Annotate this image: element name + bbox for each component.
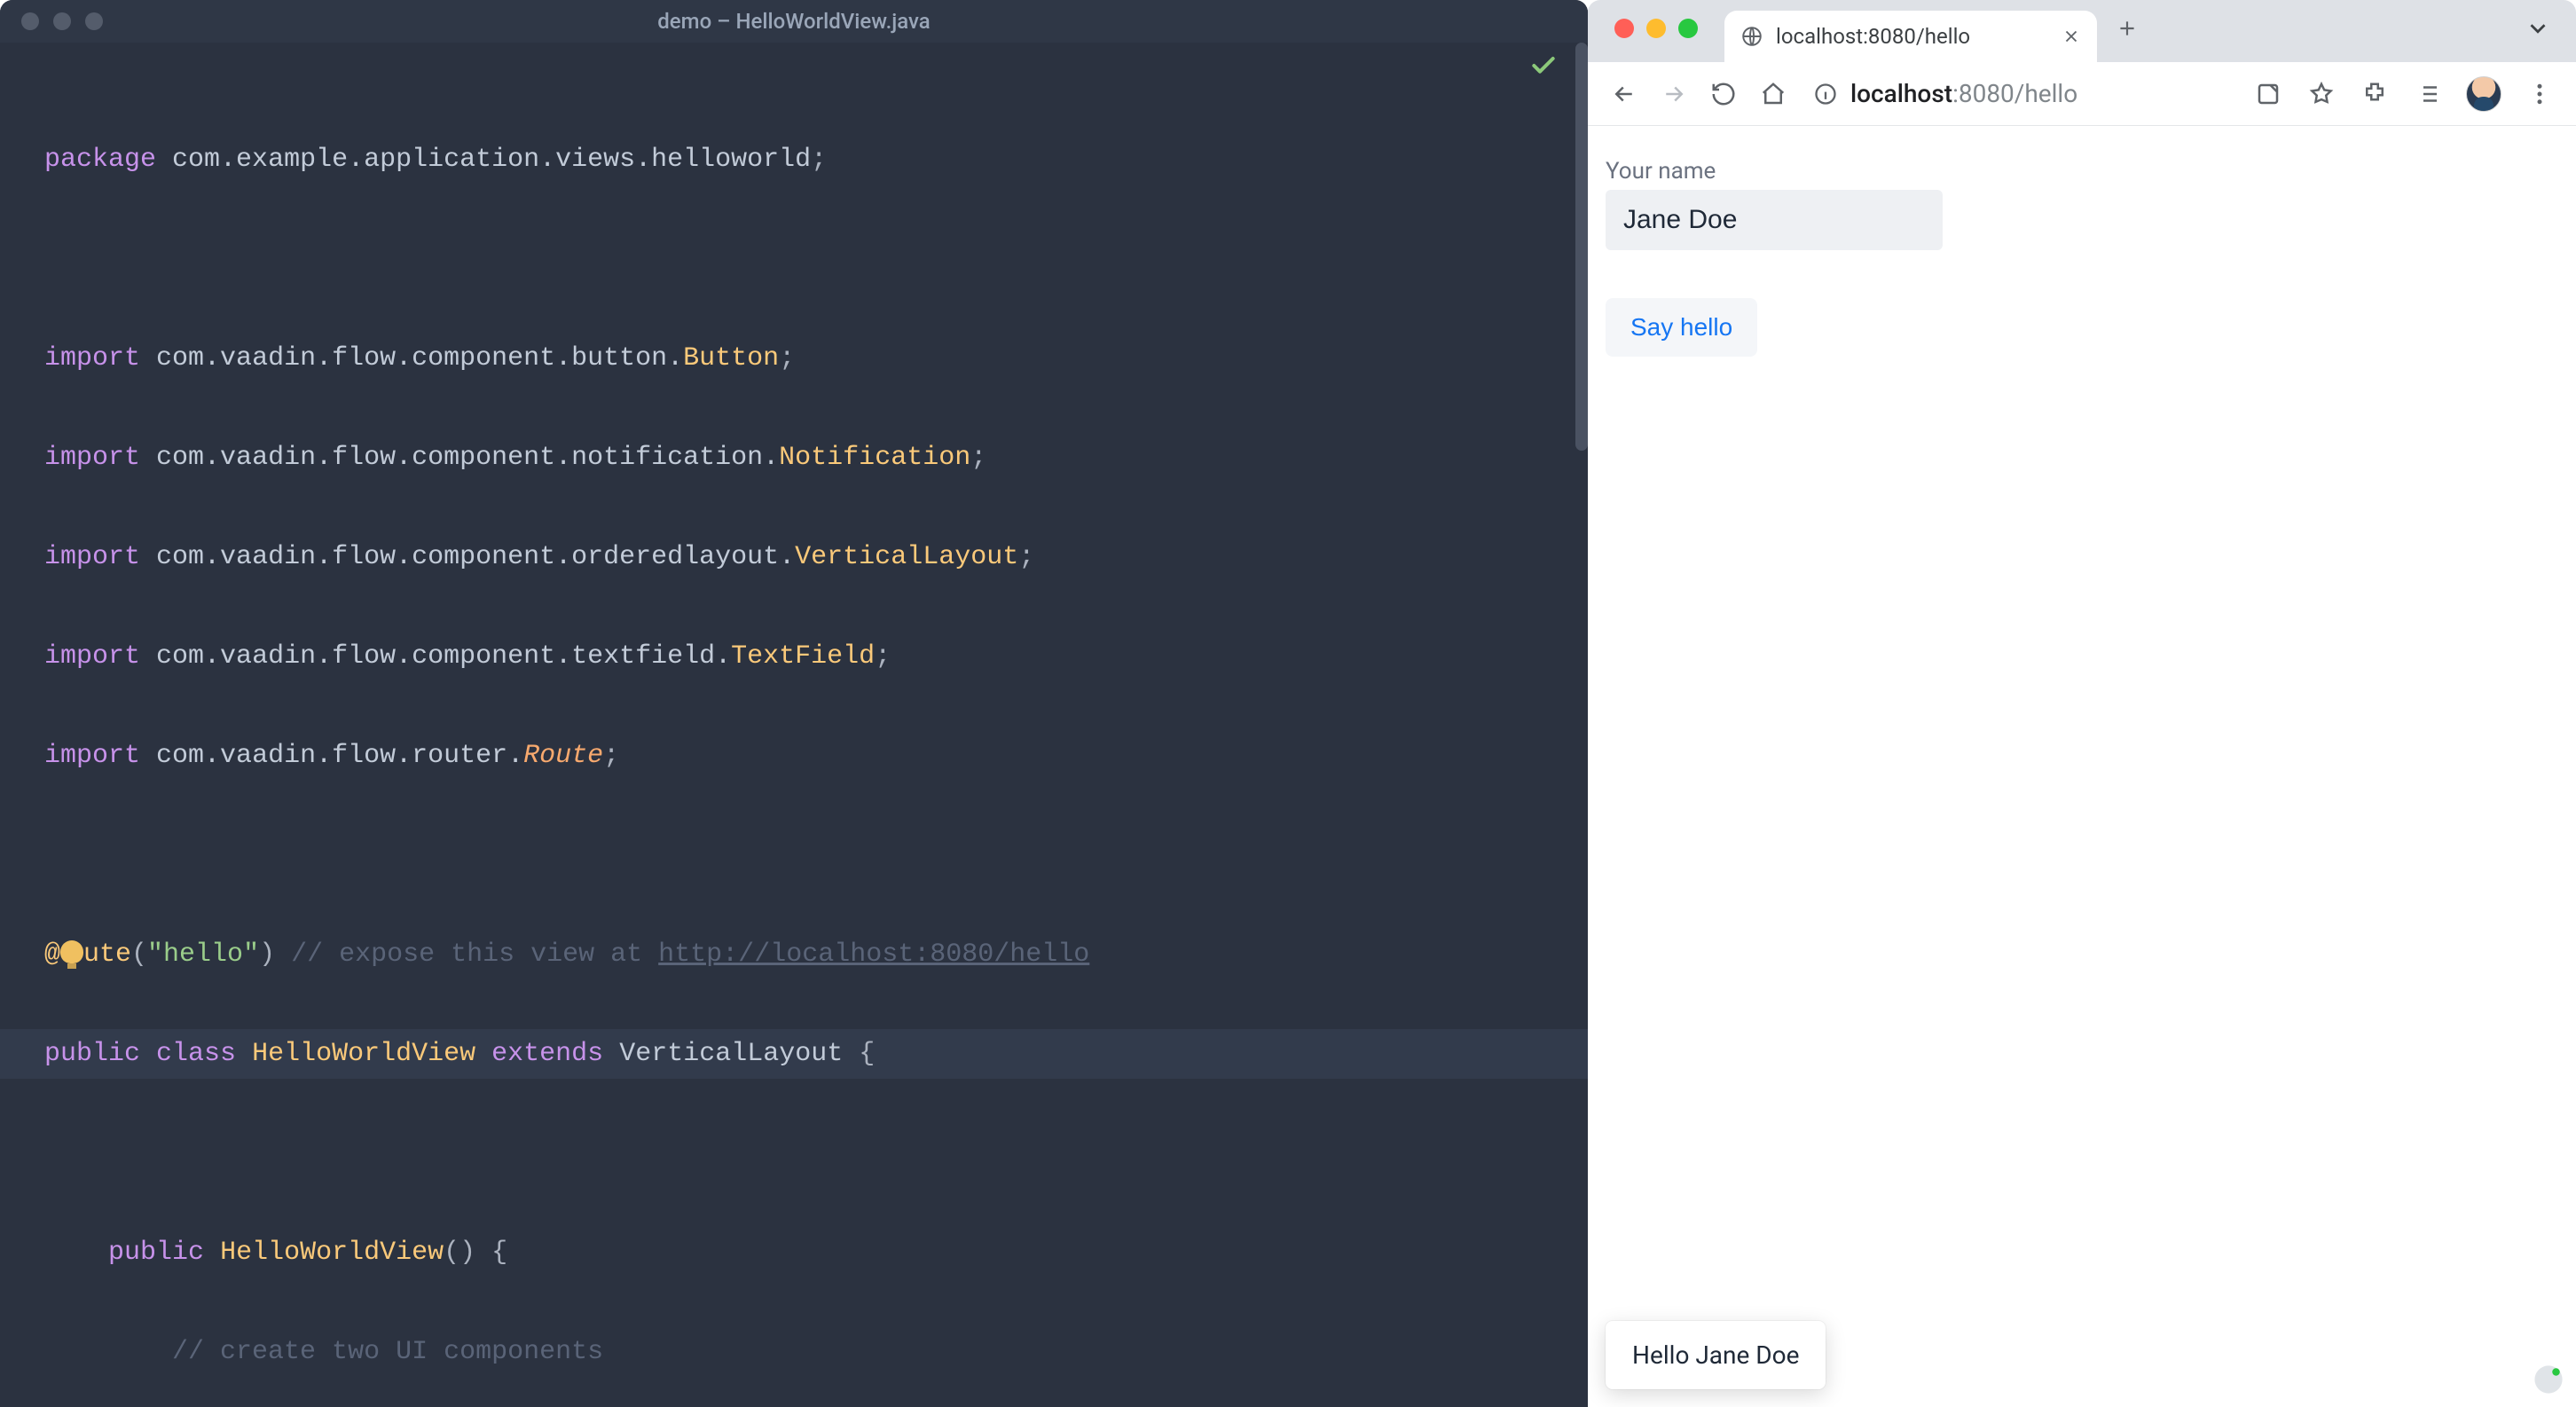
- comment: // expose this view at: [291, 939, 658, 970]
- ctor-sig: () {: [444, 1238, 507, 1268]
- comment-url[interactable]: http://localhost:8080/hello: [658, 939, 1089, 970]
- comment: // create two UI components: [172, 1337, 603, 1367]
- code-block[interactable]: package com.example.application.views.he…: [0, 85, 1588, 1407]
- browser-window: localhost:8080/hello: [1588, 0, 2576, 1407]
- back-button[interactable]: [1609, 79, 1639, 109]
- kw-import: import: [44, 741, 140, 771]
- browser-tabstrip: localhost:8080/hello: [1588, 0, 2576, 62]
- kw-import: import: [44, 443, 140, 473]
- kw-import: import: [44, 641, 140, 672]
- globe-icon: [1740, 25, 1763, 48]
- say-hello-button[interactable]: Say hello: [1606, 298, 1757, 357]
- class-super: VerticalLayout: [619, 1039, 843, 1069]
- field-label: Your name: [1606, 158, 2558, 185]
- home-button[interactable]: [1758, 79, 1788, 109]
- ide-editor[interactable]: package com.example.application.views.he…: [0, 43, 1588, 1407]
- install-app-icon[interactable]: [2253, 79, 2283, 109]
- toast-text: Hello Jane Doe: [1632, 1340, 1799, 1370]
- ide-dot-close[interactable]: [21, 12, 39, 30]
- import-class: Button: [683, 343, 779, 373]
- kw-import: import: [44, 343, 140, 373]
- anno-name: ute: [83, 939, 131, 970]
- browser-traffic-lights: [1614, 19, 1698, 38]
- ide-dot-minimize[interactable]: [53, 12, 71, 30]
- import-path: com.vaadin.flow.component.orderedlayout.: [156, 542, 795, 572]
- import-path: com.vaadin.flow.component.notification.: [156, 443, 779, 473]
- page-content: Your name Say hello Hello Jane Doe: [1588, 126, 2576, 1407]
- extensions-icon[interactable]: [2360, 79, 2390, 109]
- close-dot[interactable]: [1614, 19, 1634, 38]
- import-class: VerticalLayout: [795, 542, 1018, 572]
- zoom-dot[interactable]: [1678, 19, 1698, 38]
- tab-title: localhost:8080/hello: [1776, 24, 1970, 49]
- new-tab-button[interactable]: [2106, 7, 2148, 50]
- kw-package: package: [44, 145, 156, 175]
- ctor-name: HelloWorldView: [220, 1238, 444, 1268]
- import-path: com.vaadin.flow.component.button.: [156, 343, 683, 373]
- ide-traffic-lights: [0, 12, 103, 30]
- name-input[interactable]: [1606, 190, 1943, 250]
- import-class: TextField: [731, 641, 875, 672]
- ide-titlebar: demo – HelloWorldView.java: [0, 0, 1588, 43]
- brace: {: [859, 1039, 875, 1069]
- editor-scrollbar[interactable]: [1575, 43, 1588, 451]
- import-path: com.vaadin.flow.router.: [156, 741, 523, 771]
- ide-window: demo – HelloWorldView.java package com.e…: [0, 0, 1588, 1407]
- kw-extends: extends: [491, 1039, 603, 1069]
- ide-dot-zoom[interactable]: [85, 12, 103, 30]
- profile-avatar[interactable]: [2466, 76, 2501, 112]
- anno-at: @: [44, 939, 60, 970]
- lightbulb-icon[interactable]: [60, 940, 83, 963]
- reload-button[interactable]: [1708, 79, 1739, 109]
- notification-toast: Hello Jane Doe: [1606, 1321, 1826, 1389]
- class-name: HelloWorldView: [252, 1039, 475, 1069]
- tab-search-icon[interactable]: [2525, 15, 2551, 42]
- menu-icon[interactable]: [2525, 79, 2555, 109]
- site-info-icon[interactable]: [1813, 82, 1838, 106]
- bookmark-icon[interactable]: [2306, 79, 2336, 109]
- address-bar[interactable]: localhost:8080/hello: [1813, 79, 2077, 108]
- kw-public: public: [108, 1238, 204, 1268]
- close-tab-icon[interactable]: [2062, 27, 2081, 46]
- status-ok-icon: [1529, 51, 1558, 80]
- ide-title: demo – HelloWorldView.java: [0, 9, 1588, 34]
- import-path: com.vaadin.flow.component.textfield.: [156, 641, 731, 672]
- kw-class: class: [156, 1039, 236, 1069]
- kw-public: public: [44, 1039, 140, 1069]
- kw-import: import: [44, 542, 140, 572]
- minimize-dot[interactable]: [1646, 19, 1666, 38]
- anno-arg: "hello": [147, 939, 259, 970]
- url-host: localhost: [1850, 79, 1952, 108]
- import-class: Route: [523, 741, 603, 771]
- url-rest: :8080/hello: [1952, 79, 2077, 108]
- devtools-badge-icon[interactable]: [2533, 1364, 2564, 1395]
- import-class: Notification: [779, 443, 970, 473]
- browser-toolbar: localhost:8080/hello: [1588, 62, 2576, 126]
- browser-tab[interactable]: localhost:8080/hello: [1724, 11, 2097, 62]
- forward-button[interactable]: [1659, 79, 1689, 109]
- reading-list-icon[interactable]: [2413, 79, 2443, 109]
- pkg-name: com.example.application.views.helloworld: [172, 145, 811, 175]
